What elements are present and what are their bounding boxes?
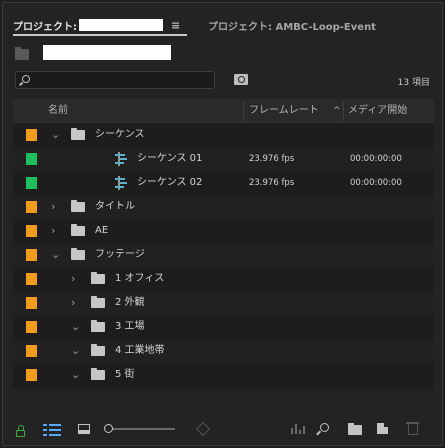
chevron-right-icon[interactable]: › xyxy=(71,296,75,309)
new-item-icon[interactable] xyxy=(377,423,388,434)
label-color-swatch[interactable] xyxy=(26,249,37,261)
search-row: 13 項目 xyxy=(3,67,442,95)
folder-icon xyxy=(91,272,105,284)
list-view-icon[interactable] xyxy=(43,424,61,436)
hamburger-icon[interactable]: ≡ xyxy=(171,19,180,32)
item-name: 3 工場 xyxy=(115,321,145,332)
column-divider[interactable] xyxy=(243,101,244,121)
chevron-down-icon[interactable]: ⌄ xyxy=(71,320,80,333)
folder-icon xyxy=(91,320,105,332)
chevron-down-icon[interactable]: ⌄ xyxy=(51,128,60,141)
column-frame-rate[interactable]: フレームレート xyxy=(249,99,319,123)
bin-row-item[interactable]: ⌄ 3 工場 xyxy=(13,315,434,339)
item-name: 2 外観 xyxy=(115,297,145,308)
chevron-down-icon[interactable]: ⌄ xyxy=(51,248,60,261)
bin-path-redacted xyxy=(43,45,171,60)
project-item-list: 名前 フレームレート ^ メディア開始 ⌄ シーケンスシーケンス 01 23.976… xyxy=(13,99,434,389)
item-name: シーケンス 01 xyxy=(137,153,203,164)
label-color-swatch[interactable] xyxy=(26,225,37,237)
label-color-swatch[interactable] xyxy=(26,201,37,213)
zoom-slider-handle[interactable] xyxy=(104,424,113,433)
item-name: シーケンス xyxy=(95,129,145,140)
item-name: タイトル xyxy=(95,201,135,212)
folder-icon xyxy=(71,200,85,212)
tab-project-ambc[interactable]: プロジェクト: AMBC-Loop-Event xyxy=(208,15,376,35)
folder-icon xyxy=(71,248,85,260)
label-color-swatch[interactable] xyxy=(26,273,37,285)
label-color-swatch[interactable] xyxy=(26,153,37,165)
item-name: 1 オフィス xyxy=(115,273,165,284)
item-frame-rate: 23.976 fps xyxy=(249,154,295,164)
sequence-icon xyxy=(115,176,127,190)
folder-icon xyxy=(71,128,85,140)
active-tab-underline xyxy=(13,34,187,36)
folder-icon xyxy=(71,224,85,236)
bin-row-item[interactable]: › AE xyxy=(13,219,434,243)
automate-to-sequence-icon[interactable] xyxy=(291,424,305,434)
chevron-down-icon[interactable]: ⌄ xyxy=(71,344,80,357)
chevron-right-icon[interactable]: › xyxy=(71,272,75,285)
tab-bar: プロジェクト: ≡ プロジェクト: AMBC-Loop-Event xyxy=(3,3,442,41)
bin-row-item[interactable]: › 1 オフィス xyxy=(13,267,434,291)
tab-project-label: プロジェクト: xyxy=(13,21,77,33)
column-name[interactable]: 名前 xyxy=(48,99,68,123)
item-name: 5 街 xyxy=(115,369,135,380)
label-color-swatch[interactable] xyxy=(26,345,37,357)
chevron-right-icon[interactable]: › xyxy=(51,200,55,213)
bin-row-item[interactable]: › タイトル xyxy=(13,195,434,219)
new-search-bin-icon[interactable] xyxy=(234,74,248,85)
search-icon xyxy=(22,75,30,83)
item-name: シーケンス 02 xyxy=(137,177,203,188)
item-frame-rate: 23.976 fps xyxy=(249,178,295,188)
tab-project-active[interactable]: プロジェクト: ≡ xyxy=(13,15,180,35)
sequence-row[interactable]: シーケンス 01 23.976 fps 00:00:00:00 xyxy=(13,147,434,171)
search-input[interactable] xyxy=(15,71,215,89)
column-media-start[interactable]: メディア開始 xyxy=(348,99,407,123)
column-header: 名前 フレームレート ^ メディア開始 xyxy=(13,99,434,123)
icon-view-icon[interactable] xyxy=(78,424,90,434)
new-bin-icon[interactable] xyxy=(348,423,362,435)
bottom-toolbar xyxy=(3,415,442,443)
bin-row-item[interactable]: ⌄ 4 工業地帯 xyxy=(13,339,434,363)
bin-path-row xyxy=(3,41,442,67)
folder-icon xyxy=(91,368,105,380)
chevron-down-icon[interactable]: ⌄ xyxy=(71,368,80,381)
item-name: AE xyxy=(95,225,109,236)
label-color-swatch[interactable] xyxy=(26,369,37,381)
label-color-swatch[interactable] xyxy=(26,321,37,333)
column-divider[interactable] xyxy=(343,101,344,121)
bin-row-item[interactable]: ⌄ シーケンス xyxy=(13,123,434,147)
item-count: 13 項目 xyxy=(397,78,430,88)
bin-icon[interactable] xyxy=(15,47,29,60)
bin-row-item[interactable]: › 2 外観 xyxy=(13,291,434,315)
bin-row-item[interactable]: ⌄ フッテージ xyxy=(13,243,434,267)
item-media-start: 00:00:00:00 xyxy=(350,178,402,188)
label-color-swatch[interactable] xyxy=(26,129,37,141)
item-media-start: 00:00:00:00 xyxy=(350,154,402,164)
label-color-swatch[interactable] xyxy=(26,177,37,189)
bin-row-item[interactable]: ⌄ 5 街 xyxy=(13,363,434,387)
sequence-row[interactable]: シーケンス 02 23.976 fps 00:00:00:00 xyxy=(13,171,434,195)
sequence-icon xyxy=(115,152,127,166)
project-name-redacted xyxy=(79,19,163,31)
project-panel: プロジェクト: ≡ プロジェクト: AMBC-Loop-Event 13 項目 … xyxy=(2,2,443,446)
label-color-swatch[interactable] xyxy=(26,297,37,309)
find-icon[interactable] xyxy=(320,423,329,432)
sort-ascending-icon: ^ xyxy=(333,106,341,116)
lock-icon[interactable] xyxy=(16,425,25,437)
trash-icon[interactable] xyxy=(406,422,419,435)
item-name: フッテージ xyxy=(95,249,145,260)
sort-icon[interactable] xyxy=(195,421,211,437)
chevron-right-icon[interactable]: › xyxy=(51,224,55,237)
folder-icon xyxy=(91,344,105,356)
item-name: 4 工業地帯 xyxy=(115,345,165,356)
zoom-slider[interactable] xyxy=(104,424,175,433)
folder-icon xyxy=(91,296,105,308)
